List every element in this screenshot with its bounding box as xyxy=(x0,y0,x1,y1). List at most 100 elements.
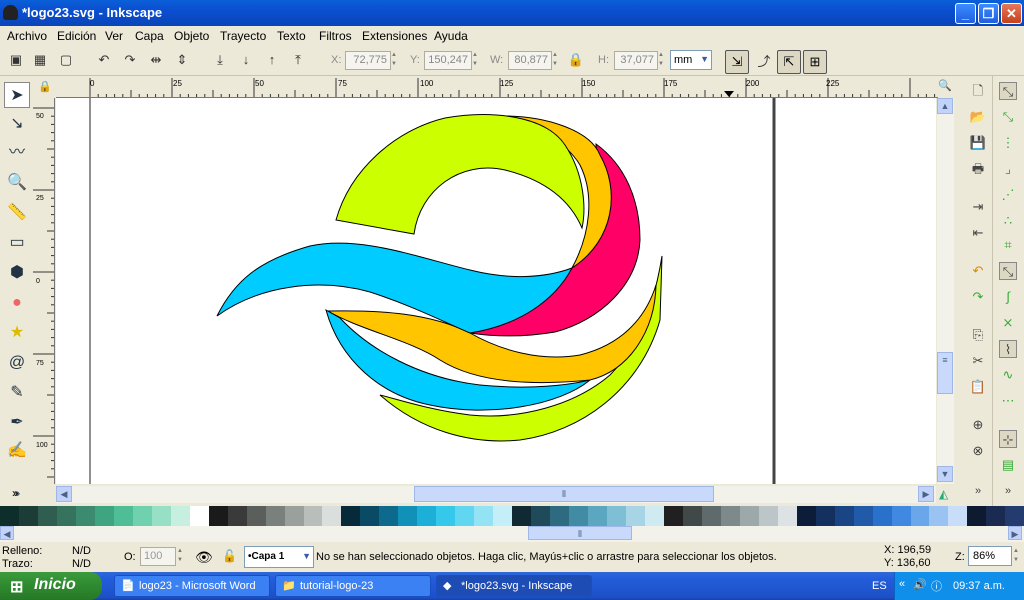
tray-expand-icon[interactable]: « xyxy=(899,578,905,590)
x-spinner[interactable]: ▲ ▼ xyxy=(391,51,400,70)
scroll-up-arrow[interactable]: ▲ xyxy=(937,98,953,114)
calligraphy-tool-icon[interactable]: ✍ xyxy=(4,438,30,464)
menu-filtros[interactable]: Filtros xyxy=(319,29,352,43)
export-icon[interactable]: ⇤ xyxy=(969,224,987,242)
palette-scroll-left[interactable]: ◀ xyxy=(0,526,14,540)
color-swatch[interactable] xyxy=(75,506,95,526)
vertical-scroll-thumb[interactable]: ≡ xyxy=(937,352,953,394)
color-swatch[interactable] xyxy=(948,506,968,526)
color-swatch[interactable] xyxy=(37,506,57,526)
color-swatch[interactable] xyxy=(284,506,304,526)
open-icon[interactable]: 📂 xyxy=(969,108,987,126)
rectangle-tool-icon[interactable]: ▭ xyxy=(4,230,30,256)
color-swatch[interactable] xyxy=(246,506,266,526)
opacity-spinner[interactable]: ▲ ▼ xyxy=(177,547,186,566)
3d-box-tool-icon[interactable]: ⬢ xyxy=(4,260,30,286)
menu-ver[interactable]: Ver xyxy=(105,29,123,43)
move-gradients-icon[interactable]: ⇱ xyxy=(777,50,801,74)
node-tool-icon[interactable]: ↘ xyxy=(4,111,30,137)
start-button[interactable]: ⊞ Inicio xyxy=(0,572,102,600)
snap-bbox-corner-icon[interactable]: ⌟ xyxy=(999,160,1017,178)
rotate-cw-icon[interactable]: ↷ xyxy=(120,50,140,70)
scale-stroke-icon[interactable]: ⇲ xyxy=(725,50,749,74)
snap-path-icon[interactable]: ∫ xyxy=(999,288,1017,306)
color-swatch[interactable] xyxy=(872,506,892,526)
color-swatch[interactable] xyxy=(720,506,740,526)
color-swatch[interactable] xyxy=(113,506,133,526)
zoom-selection-icon[interactable]: ⊕ xyxy=(969,416,987,434)
pencil-tool-icon[interactable]: ✎ xyxy=(4,380,30,406)
color-swatch[interactable] xyxy=(758,506,778,526)
zoom-drawing-icon[interactable]: ⊗ xyxy=(969,442,987,460)
snap-bbox-midpoint-icon[interactable]: ⋰ xyxy=(999,186,1017,204)
color-swatch[interactable] xyxy=(550,506,570,526)
color-swatch[interactable] xyxy=(588,506,607,526)
snap-center-icon[interactable]: ⊹ xyxy=(999,430,1017,448)
deselect-icon[interactable]: ▢ xyxy=(56,50,76,70)
color-swatch[interactable] xyxy=(265,506,285,526)
palette-scroll-thumb[interactable]: ⦀ xyxy=(528,526,632,540)
lime-arc-top[interactable] xyxy=(335,114,585,235)
fill-value[interactable]: N/D xyxy=(72,545,91,557)
raise-icon[interactable]: ↑ xyxy=(262,50,282,70)
lower-to-bottom-icon[interactable]: ⤓ xyxy=(210,50,230,70)
color-swatch[interactable] xyxy=(967,506,987,526)
logo-artwork[interactable] xyxy=(56,98,936,484)
stroke-value[interactable]: N/D xyxy=(72,558,91,570)
color-swatch[interactable] xyxy=(360,506,380,526)
snap-smooth-icon[interactable]: ∿ xyxy=(999,366,1017,384)
close-button[interactable]: ✕ xyxy=(1001,3,1022,24)
color-swatch[interactable] xyxy=(644,506,664,526)
color-swatch[interactable] xyxy=(815,506,835,526)
paste-icon[interactable]: 📋 xyxy=(969,378,987,396)
select-all-layers-icon[interactable]: ▦ xyxy=(30,50,50,70)
drawing-canvas[interactable] xyxy=(56,98,936,484)
color-swatch[interactable] xyxy=(417,506,437,526)
color-swatch[interactable] xyxy=(739,506,759,526)
import-icon[interactable]: ⇥ xyxy=(969,198,987,216)
color-swatch[interactable] xyxy=(341,506,361,526)
color-swatch[interactable] xyxy=(18,506,38,526)
scroll-left-arrow[interactable]: ◀ xyxy=(56,486,72,502)
menu-capa[interactable]: Capa xyxy=(135,29,164,43)
snap-nodes-icon[interactable]: ⤡ xyxy=(999,262,1017,280)
rotate-ccw-icon[interactable]: ↶ xyxy=(94,50,114,70)
color-swatch[interactable] xyxy=(682,506,702,526)
menu-ayuda[interactable]: Ayuda xyxy=(434,29,468,43)
flip-vertical-icon[interactable]: ⇕ xyxy=(172,50,192,70)
selector-tool-icon[interactable]: ➤ xyxy=(4,82,30,108)
info-icon[interactable]: ⓘ xyxy=(931,578,942,594)
snap-overflow-icon[interactable]: » xyxy=(999,482,1017,500)
snap-bbox-edge-icon[interactable]: ⋮ xyxy=(999,134,1017,152)
layer-lock-icon[interactable]: 🔓 xyxy=(222,549,237,563)
commands-overflow-icon[interactable]: » xyxy=(969,482,987,500)
star-tool-icon[interactable]: ★ xyxy=(4,320,30,346)
toolbox-overflow-icon[interactable]: » xyxy=(12,486,19,500)
h-field[interactable]: 37,077 xyxy=(614,51,658,70)
save-icon[interactable]: 💾 xyxy=(969,134,987,152)
color-swatch[interactable] xyxy=(379,506,399,526)
snap-toggle-icon[interactable]: ⤡ xyxy=(999,82,1017,100)
redo-icon[interactable]: ↷ xyxy=(969,288,987,306)
spiral-tool-icon[interactable]: @ xyxy=(4,350,30,376)
color-swatch[interactable] xyxy=(777,506,797,526)
select-all-icon[interactable]: ▣ xyxy=(6,50,26,70)
color-swatch[interactable] xyxy=(227,506,247,526)
color-swatch[interactable] xyxy=(436,506,456,526)
opacity-field[interactable]: 100 xyxy=(140,547,176,566)
copy-icon[interactable]: ⎘ xyxy=(969,326,987,344)
move-patterns-icon[interactable]: ⊞ xyxy=(803,50,827,74)
zoom-tool-icon[interactable]: 🔍 xyxy=(4,170,30,196)
undo-icon[interactable]: ↶ xyxy=(969,262,987,280)
color-swatch[interactable] xyxy=(132,506,152,526)
color-swatch[interactable] xyxy=(170,506,190,526)
color-swatch[interactable] xyxy=(303,506,323,526)
color-swatch[interactable] xyxy=(56,506,76,526)
color-swatch[interactable] xyxy=(625,506,645,526)
zoom-field[interactable]: 86% xyxy=(968,546,1012,566)
snap-bbox-icon[interactable]: ⤡ xyxy=(999,108,1017,126)
zoom-spinner[interactable]: ▲ ▼ xyxy=(1013,547,1022,566)
menu-archivo[interactable]: Archivo xyxy=(7,29,47,43)
volume-icon[interactable]: 🔊 xyxy=(913,578,927,591)
task-word[interactable]: 📄 logo23 - Microsoft Word xyxy=(114,575,270,597)
